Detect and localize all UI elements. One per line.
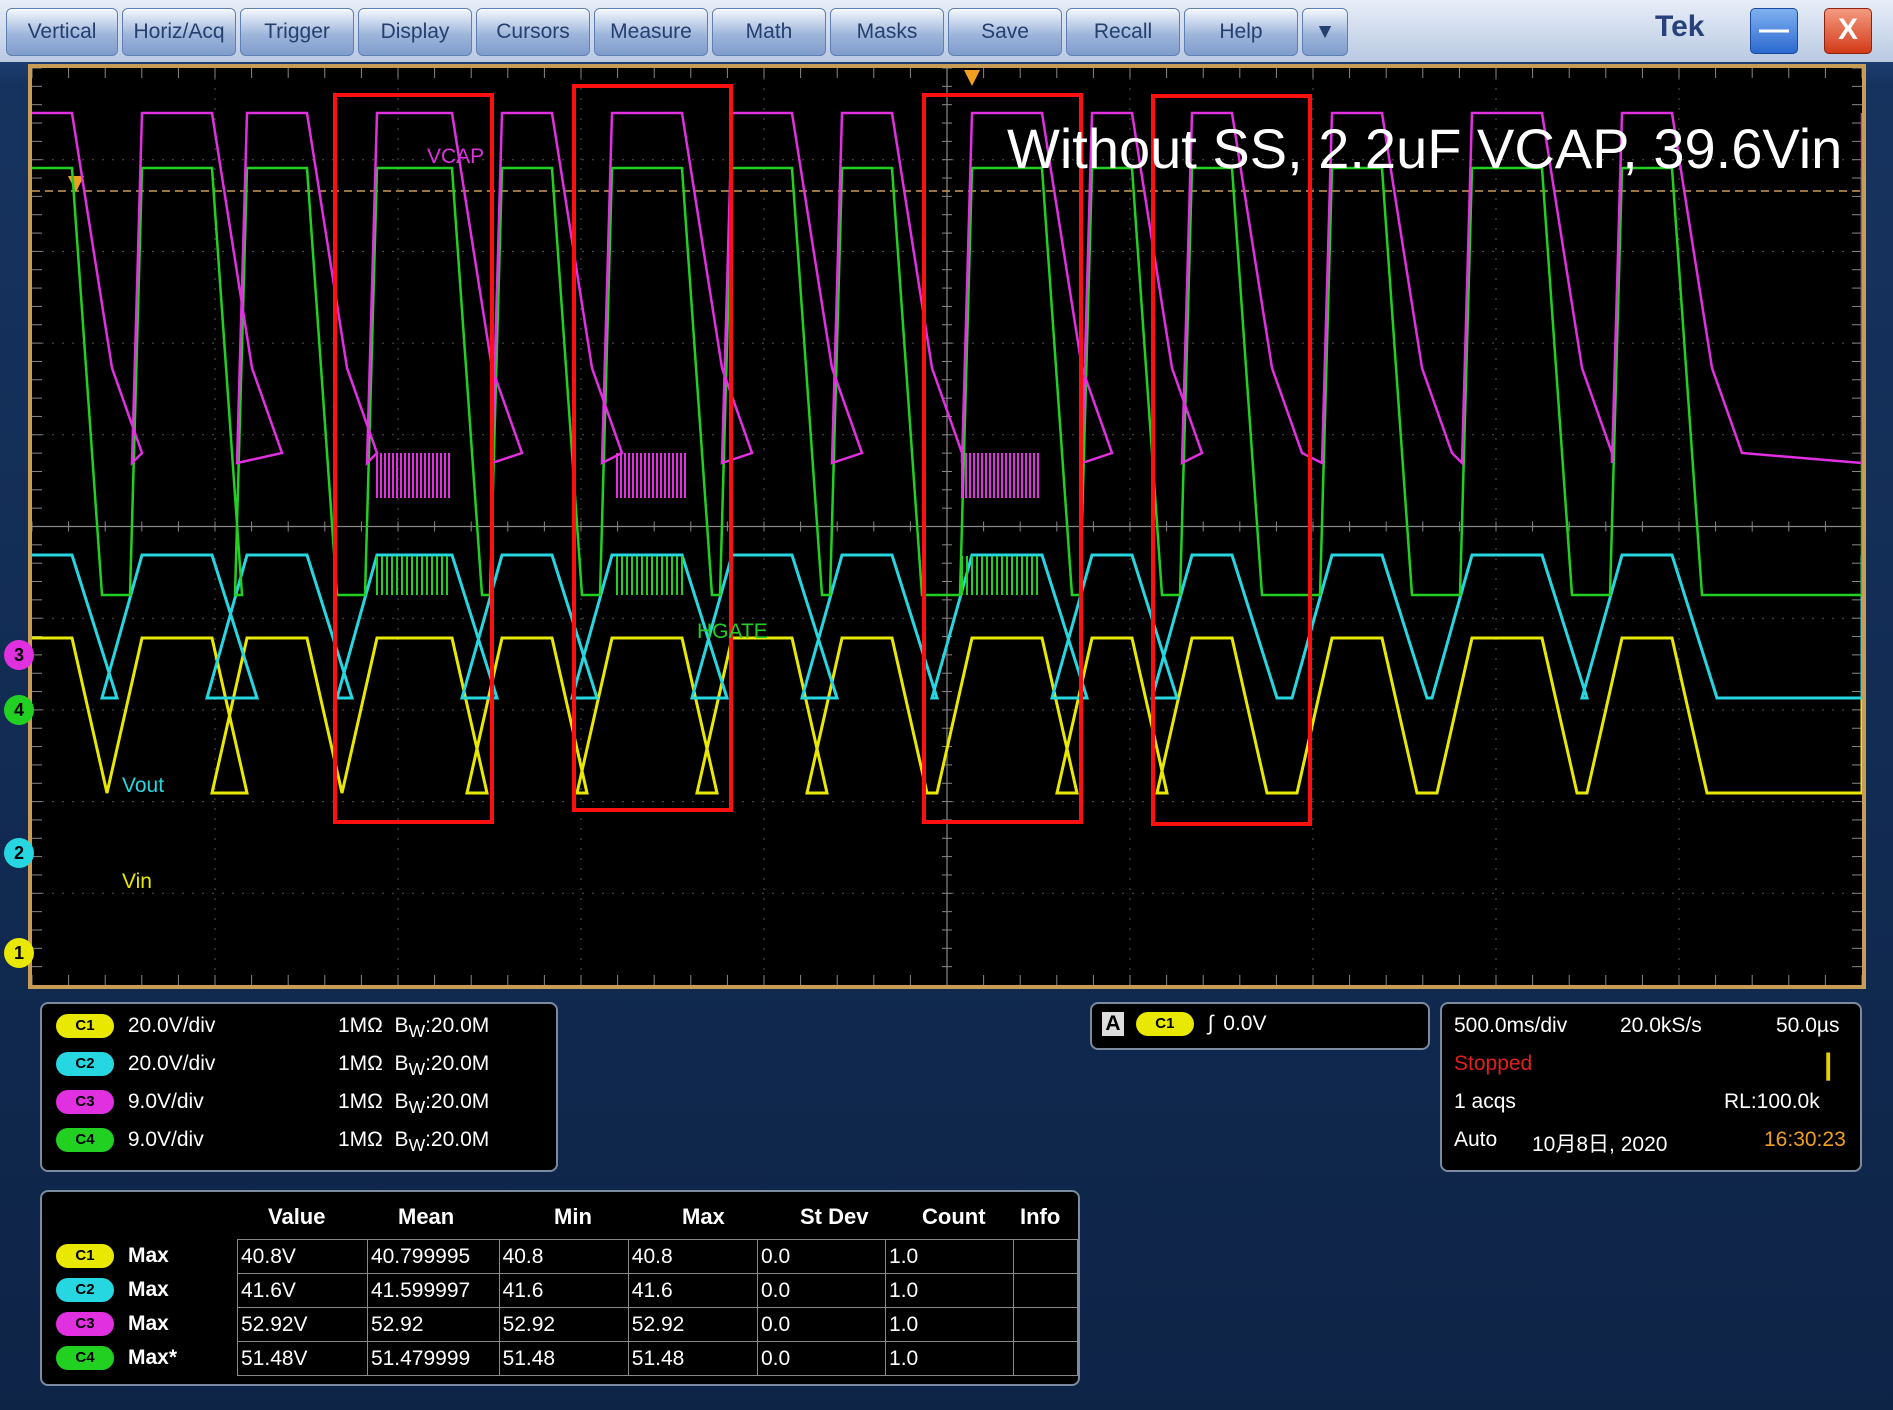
c2-badge[interactable]: C2 bbox=[56, 1052, 114, 1077]
menu-vertical[interactable]: Vertical bbox=[6, 8, 118, 56]
c1-scale: 20.0V/div bbox=[127, 1014, 216, 1037]
trigger-panel[interactable]: A C1 ∫ 0.0V bbox=[1090, 1002, 1430, 1050]
vcap-burst-0 bbox=[376, 453, 450, 498]
sample-rate: 20.0kS/s bbox=[1620, 1014, 1702, 1037]
measurement-panel: Value Mean Min Max St Dev Count Info C1 M… bbox=[40, 1190, 1080, 1386]
table-row[interactable]: 52.92V 52.92 52.92 52.92 0.0 1.0 bbox=[237, 1307, 1078, 1342]
acq-count: 1 acqs bbox=[1454, 1090, 1516, 1113]
col-header-value: Value bbox=[268, 1204, 326, 1229]
highlight-box-4 bbox=[1151, 94, 1312, 826]
status-indicator-icon: | bbox=[1824, 1048, 1833, 1081]
vcap-label: VCAP bbox=[427, 145, 485, 168]
c3-coupling: 1MΩ BW:20.0M bbox=[338, 1090, 490, 1118]
hgate-burst-2 bbox=[961, 556, 1038, 595]
c3-scale: 9.0V/div bbox=[127, 1090, 204, 1113]
channel-row-c3[interactable]: C3 9.0V/div bbox=[56, 1090, 204, 1115]
menu-horiz-acq[interactable]: Horiz/Acq bbox=[122, 8, 236, 56]
c4-badge[interactable]: C4 bbox=[56, 1128, 114, 1153]
c4-scale: 9.0V/div bbox=[127, 1128, 204, 1151]
col-header-max: Max bbox=[682, 1204, 725, 1229]
screen-title: Without SS, 2.2uF VCAP, 39.6Vin bbox=[1007, 117, 1843, 180]
channel-row-c1[interactable]: C1 20.0V/div bbox=[56, 1014, 216, 1039]
horizontal-panel[interactable]: 500.0ms/div 20.0kS/s 50.0µs Stopped | 1 … bbox=[1440, 1002, 1862, 1172]
table-row[interactable]: 41.6V 41.599997 41.6 41.6 0.0 1.0 bbox=[237, 1273, 1078, 1308]
meas-label-row-c3[interactable]: C3 Max bbox=[56, 1312, 169, 1337]
meas-label-row-c1[interactable]: C1 Max bbox=[56, 1244, 169, 1269]
channel-2-marker[interactable]: 2 bbox=[4, 838, 34, 868]
vcap-burst-1 bbox=[616, 453, 686, 498]
trigger-slope-icon: ∫ bbox=[1207, 1012, 1214, 1035]
trigger-mode: Auto bbox=[1454, 1128, 1498, 1151]
menu-dropdown-icon[interactable]: ▼ bbox=[1302, 8, 1348, 56]
acq-status: Stopped bbox=[1454, 1052, 1533, 1075]
col-header-stdev: St Dev bbox=[800, 1204, 869, 1229]
menu-bar: Vertical Horiz/Acq Trigger Display Curso… bbox=[0, 0, 1893, 62]
trigger-level: 0.0V bbox=[1223, 1012, 1267, 1035]
record-length: RL:100.0k bbox=[1724, 1090, 1820, 1113]
col-header-info: Info bbox=[1020, 1204, 1061, 1229]
c2-scale: 20.0V/div bbox=[127, 1052, 216, 1075]
waveform-display[interactable]: Without SS, 2.2uF VCAP, 39.6Vin VCAP HGA… bbox=[28, 64, 1866, 989]
c2-coupling: 1MΩ BW:20.0M bbox=[338, 1052, 490, 1080]
c1-coupling: 1MΩ BW:20.0M bbox=[338, 1014, 490, 1042]
menu-trigger[interactable]: Trigger bbox=[240, 8, 354, 56]
oscilloscope-app: Vertical Horiz/Acq Trigger Display Curso… bbox=[0, 0, 1893, 1410]
channel-4-marker[interactable]: 4 bbox=[4, 695, 34, 725]
hgate-burst-0 bbox=[376, 556, 448, 595]
hgate-label: HGATE bbox=[697, 620, 768, 643]
col-header-mean: Mean bbox=[398, 1204, 455, 1229]
menu-recall[interactable]: Recall bbox=[1066, 8, 1180, 56]
channel-1-marker[interactable]: 1 bbox=[4, 938, 34, 968]
meas-label-row-c2[interactable]: C2 Max bbox=[56, 1278, 169, 1303]
meas-label-row-c4[interactable]: C4 Max* bbox=[56, 1346, 177, 1371]
trigger-mode-badge: A bbox=[1102, 1012, 1124, 1036]
channel-settings-panel: C1 20.0V/div 1MΩ BW:20.0M C2 20.0V/div 1… bbox=[40, 1002, 558, 1172]
menu-cursors[interactable]: Cursors bbox=[476, 8, 590, 56]
table-row[interactable]: 51.48V 51.479999 51.48 51.48 0.0 1.0 bbox=[237, 1341, 1078, 1376]
graticule-grid bbox=[32, 68, 1862, 985]
c4-coupling: 1MΩ BW:20.0M bbox=[338, 1128, 490, 1156]
waveform-graticule bbox=[32, 68, 1862, 985]
minimize-icon[interactable]: — bbox=[1750, 8, 1798, 54]
c3-badge[interactable]: C3 bbox=[56, 1090, 114, 1115]
close-icon[interactable]: X bbox=[1824, 8, 1872, 54]
time-per-div: 500.0ms/div bbox=[1454, 1014, 1568, 1037]
menu-math[interactable]: Math bbox=[712, 8, 826, 56]
vin-label: Vin bbox=[122, 870, 152, 893]
menu-display[interactable]: Display bbox=[358, 8, 472, 56]
channel-3-marker[interactable]: 3 bbox=[4, 640, 34, 670]
col-header-count: Count bbox=[922, 1204, 986, 1229]
acq-date: 10月8日, 2020 bbox=[1532, 1133, 1668, 1156]
channel-row-c4[interactable]: C4 9.0V/div bbox=[56, 1128, 204, 1153]
menu-measure[interactable]: Measure bbox=[594, 8, 708, 56]
trigger-source-badge: C1 bbox=[1135, 1012, 1194, 1037]
menu-save[interactable]: Save bbox=[948, 8, 1062, 56]
menu-masks[interactable]: Masks bbox=[830, 8, 944, 56]
c1-badge[interactable]: C1 bbox=[56, 1014, 114, 1039]
acq-time: 16:30:23 bbox=[1764, 1128, 1846, 1151]
vcap-burst-2 bbox=[961, 453, 1039, 498]
channel-row-c2[interactable]: C2 20.0V/div bbox=[56, 1052, 216, 1077]
resolution: 50.0µs bbox=[1776, 1014, 1840, 1037]
hgate-burst-1 bbox=[616, 556, 683, 595]
menu-help[interactable]: Help bbox=[1184, 8, 1298, 56]
table-row[interactable]: 40.8V 40.799995 40.8 40.8 0.0 1.0 bbox=[237, 1239, 1078, 1274]
vout-label: Vout bbox=[122, 774, 165, 797]
highlight-boxes bbox=[333, 84, 1312, 826]
col-header-min: Min bbox=[554, 1204, 592, 1229]
measurement-table: 40.8V 40.799995 40.8 40.8 0.0 1.0 41.6V 41.599… bbox=[237, 1239, 1078, 1376]
tek-logo: Tek bbox=[1655, 10, 1705, 43]
